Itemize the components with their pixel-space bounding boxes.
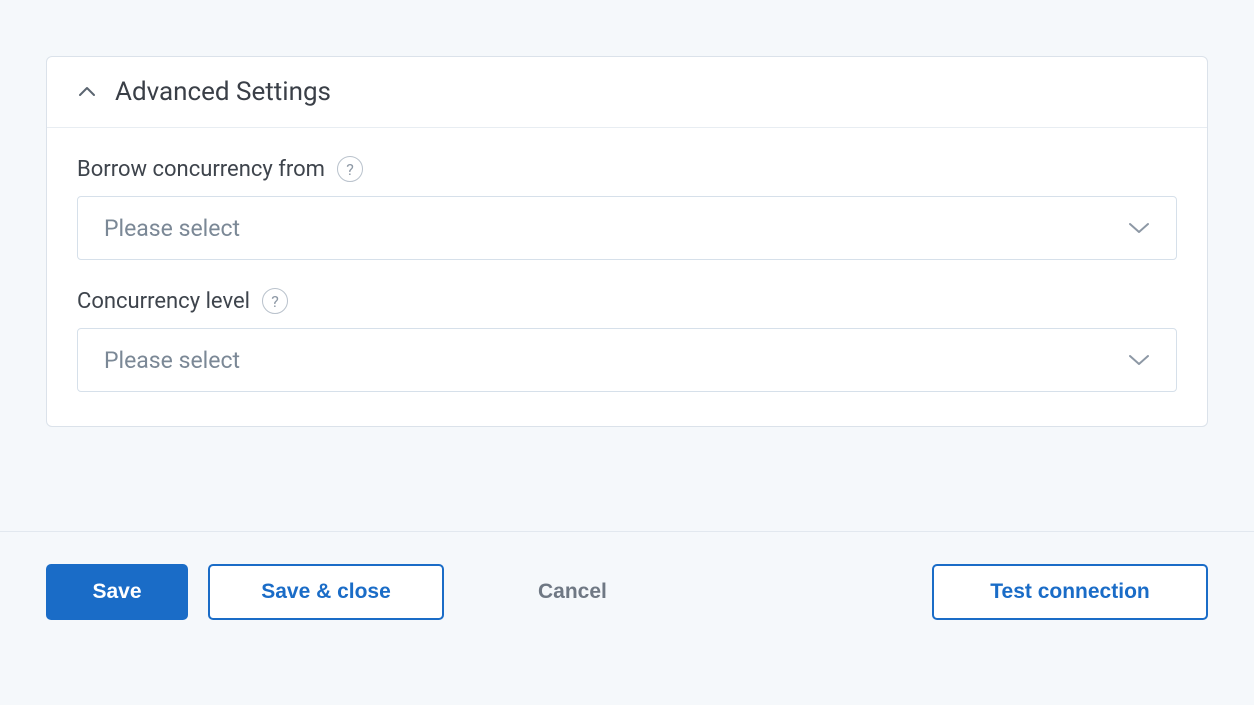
- save-button[interactable]: Save: [46, 564, 188, 620]
- field-label-row: Borrow concurrency from ?: [77, 156, 1177, 182]
- concurrency-level-select[interactable]: Please select: [77, 328, 1177, 392]
- save-close-button[interactable]: Save & close: [208, 564, 444, 620]
- field-label-row: Concurrency level ?: [77, 288, 1177, 314]
- help-icon[interactable]: ?: [337, 156, 363, 182]
- advanced-settings-panel: Advanced Settings Borrow concurrency fro…: [46, 56, 1208, 427]
- select-placeholder: Please select: [104, 215, 240, 242]
- borrow-concurrency-select[interactable]: Please select: [77, 196, 1177, 260]
- advanced-settings-header[interactable]: Advanced Settings: [47, 57, 1207, 128]
- panel-title: Advanced Settings: [115, 77, 331, 107]
- chevron-up-icon: [77, 82, 97, 102]
- borrow-concurrency-label: Borrow concurrency from: [77, 157, 325, 182]
- select-placeholder: Please select: [104, 347, 240, 374]
- borrow-concurrency-field: Borrow concurrency from ? Please select: [77, 156, 1177, 260]
- test-connection-button[interactable]: Test connection: [932, 564, 1208, 620]
- footer-actions: Save Save & close Cancel Test connection: [0, 532, 1254, 620]
- concurrency-level-label: Concurrency level: [77, 289, 250, 314]
- panel-body: Borrow concurrency from ? Please select …: [47, 128, 1207, 426]
- concurrency-level-field: Concurrency level ? Please select: [77, 288, 1177, 392]
- chevron-down-icon: [1128, 353, 1150, 367]
- chevron-down-icon: [1128, 221, 1150, 235]
- cancel-button[interactable]: Cancel: [508, 564, 637, 620]
- help-icon[interactable]: ?: [262, 288, 288, 314]
